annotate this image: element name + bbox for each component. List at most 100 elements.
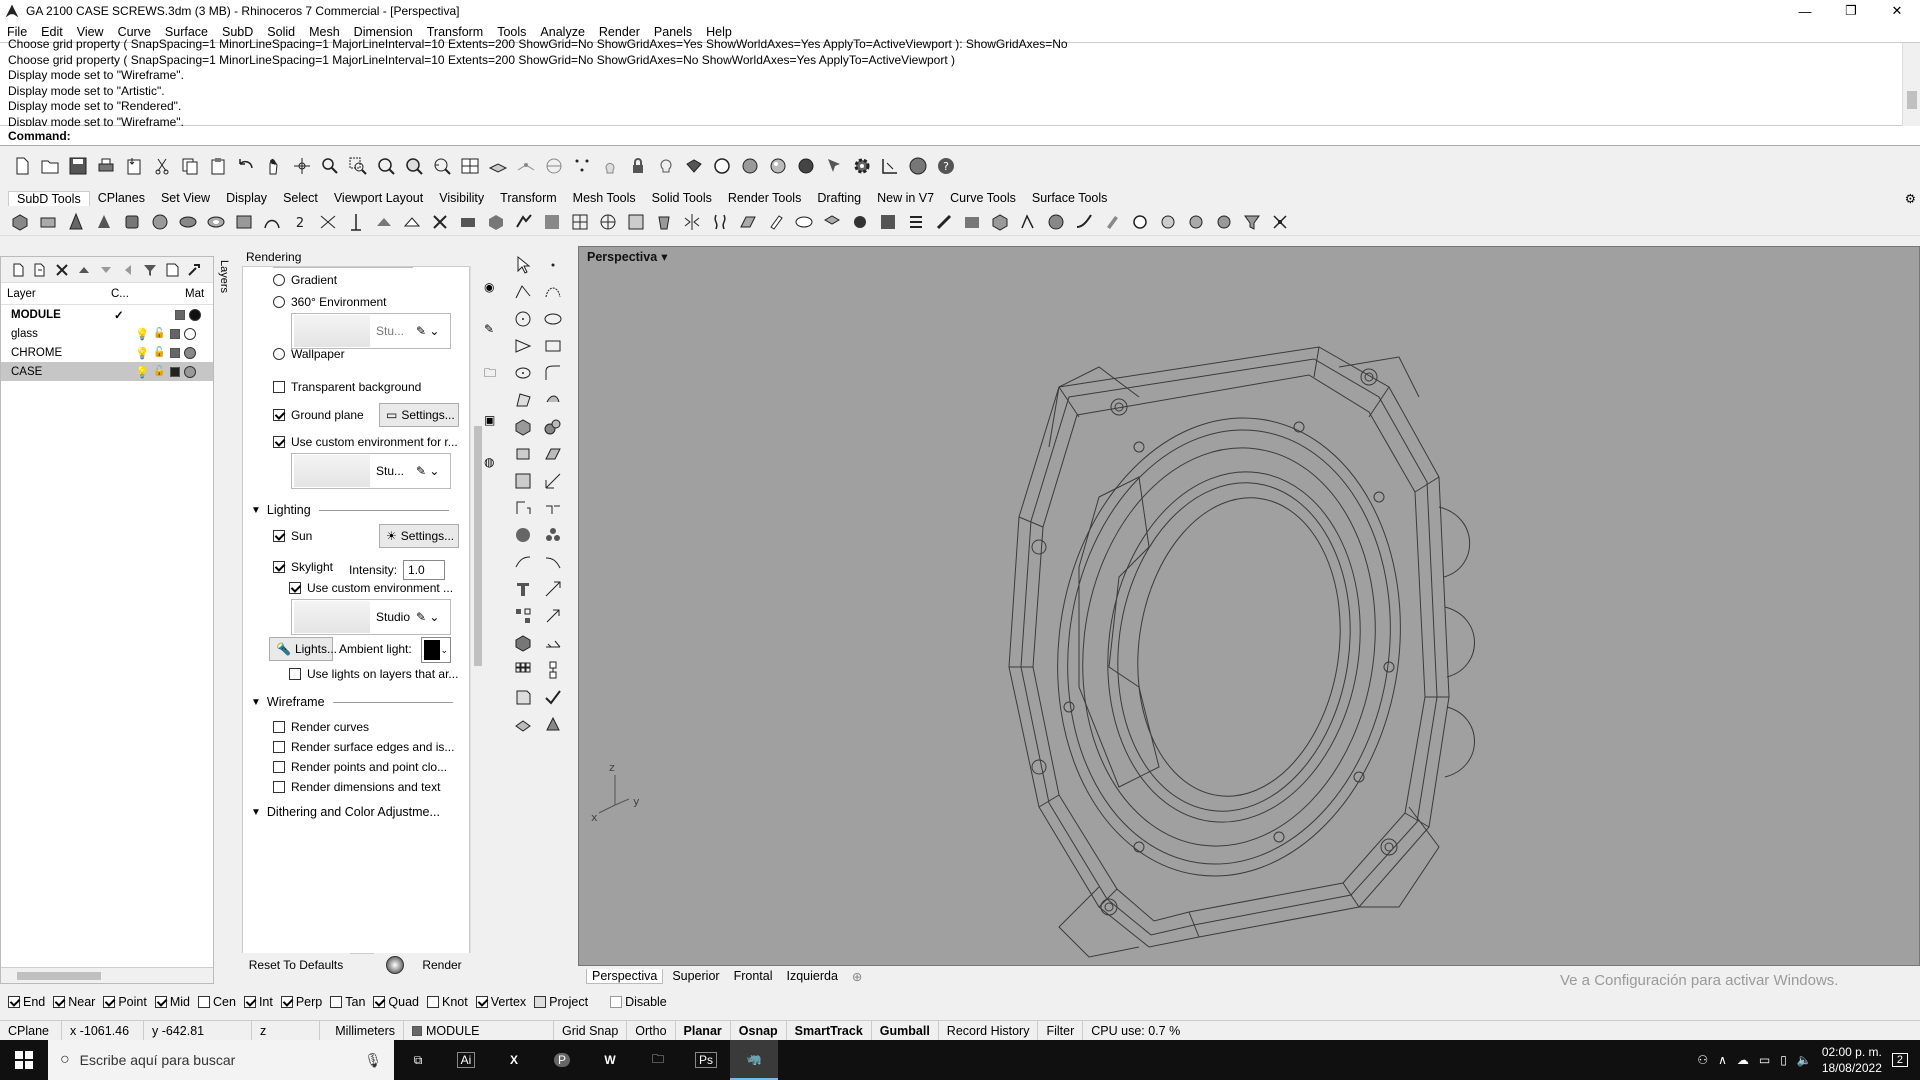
circle-icon[interactable] xyxy=(510,306,536,332)
chevron-up-icon[interactable]: ∧ xyxy=(1718,1053,1727,1067)
render-dims-option[interactable]: Render dimensions and text xyxy=(273,780,440,794)
subd-cylinder-icon[interactable] xyxy=(120,210,143,233)
microphone-icon[interactable]: 🎙 xyxy=(364,1052,382,1069)
new-sublayer-icon[interactable] xyxy=(31,261,49,279)
layer-column-header[interactable]: Layer xyxy=(1,288,105,300)
custom-env-reflections-checkbox[interactable] xyxy=(273,436,285,448)
subd-anchor-icon[interactable] xyxy=(1268,210,1291,233)
group-icon[interactable] xyxy=(540,522,566,548)
cut-icon[interactable] xyxy=(150,155,173,178)
open-folder-icon[interactable] xyxy=(38,155,61,178)
dark-sphere-icon[interactable] xyxy=(794,155,817,178)
sun-option[interactable]: Sun xyxy=(273,529,312,543)
layer-tools-icon[interactable] xyxy=(163,261,181,279)
scrollbar-thumb[interactable] xyxy=(474,426,482,666)
layer-color-swatch[interactable] xyxy=(169,366,180,377)
subd-pen-icon[interactable] xyxy=(1100,210,1123,233)
tab-perspectiva[interactable]: Perspectiva xyxy=(586,968,664,984)
array-icon[interactable] xyxy=(510,603,536,629)
subd-inset-icon[interactable] xyxy=(400,210,423,233)
subd-cube-icon[interactable] xyxy=(988,210,1011,233)
osnap-checkbox[interactable] xyxy=(373,996,386,1008)
hatch-icon[interactable] xyxy=(540,495,566,521)
smarttrack-toggle[interactable]: SmartTrack xyxy=(787,1020,872,1041)
tab-set-view[interactable]: Set View xyxy=(153,191,218,205)
subd-extrude-icon[interactable] xyxy=(344,210,367,233)
env360-radio[interactable] xyxy=(273,296,285,308)
select-arrow-icon[interactable] xyxy=(510,252,536,278)
subd-pencil-icon[interactable] xyxy=(764,210,787,233)
layer-row-case[interactable]: CASE 💡 🔓 xyxy=(1,362,213,381)
osnap-knot[interactable]: Knot xyxy=(427,995,468,1009)
solid-box-icon[interactable] xyxy=(510,630,536,656)
subd-round-icon[interactable] xyxy=(1128,210,1151,233)
osnap-tan[interactable]: Tan xyxy=(330,995,365,1009)
taskbar-app-powerpoint[interactable]: P xyxy=(538,1040,586,1080)
dimension-tool-icon[interactable] xyxy=(878,155,901,178)
surface-edge-icon[interactable] xyxy=(540,387,566,413)
rotate-view-icon[interactable] xyxy=(290,155,313,178)
render-button[interactable]: Render xyxy=(374,953,474,977)
layer-color-swatch[interactable] xyxy=(169,328,180,339)
zoom-dynamic-icon[interactable] xyxy=(318,155,341,178)
lighting-section-header[interactable]: ▼ Lighting xyxy=(251,503,461,517)
text-icon[interactable] xyxy=(510,495,536,521)
skylight-custom-env-option[interactable]: Use custom environment ... xyxy=(289,581,453,595)
osnap-disable[interactable]: Disable xyxy=(610,995,667,1009)
tab-layers[interactable]: Layers xyxy=(216,260,230,320)
subd-bucket-icon[interactable] xyxy=(652,210,675,233)
osnap-vertex[interactable]: Vertex xyxy=(475,995,526,1009)
reflection-env-picker[interactable]: Stu... ✎ ⌄ xyxy=(291,453,451,489)
properties-icon[interactable] xyxy=(542,155,565,178)
osnap-cen[interactable]: Cen xyxy=(198,995,236,1009)
command-input[interactable] xyxy=(76,128,1920,143)
wireframe-sphere-icon[interactable] xyxy=(710,155,733,178)
render-edges-option[interactable]: Render surface edges and is... xyxy=(273,740,454,754)
tab-display[interactable]: Display xyxy=(218,191,275,205)
light-bulb-icon[interactable]: 💡 xyxy=(135,327,149,341)
unlock-icon[interactable]: 🔓 xyxy=(153,366,165,377)
save-icon[interactable] xyxy=(66,155,89,178)
subd-round3-icon[interactable] xyxy=(1184,210,1207,233)
osnap-end[interactable]: End xyxy=(8,995,45,1009)
osnap-near[interactable]: Near xyxy=(53,995,95,1009)
osnap-checkbox[interactable] xyxy=(610,996,623,1008)
volume-icon[interactable]: 🔈 xyxy=(1797,1053,1812,1067)
render-dims-checkbox[interactable] xyxy=(273,781,285,793)
subd-ellipsoid-icon[interactable] xyxy=(176,210,199,233)
four-view-icon[interactable] xyxy=(458,155,481,178)
osnap-quad[interactable]: Quad xyxy=(373,995,419,1009)
mesh-icon[interactable] xyxy=(510,468,536,494)
arc-icon[interactable] xyxy=(510,360,536,386)
material-column-header[interactable]: Mat xyxy=(179,288,204,300)
subd-ball-icon[interactable] xyxy=(1044,210,1067,233)
sun-settings-button[interactable]: ☀ Settings... xyxy=(379,524,459,548)
folder-icon[interactable]: 🗀 xyxy=(484,364,502,385)
subd-symmetry-icon[interactable] xyxy=(708,210,731,233)
subd-crease-icon[interactable] xyxy=(736,210,759,233)
subd-mirror-icon[interactable] xyxy=(680,210,703,233)
tab-visibility[interactable]: Visibility xyxy=(431,191,492,205)
subd-quad-grid-icon[interactable] xyxy=(876,210,899,233)
render-curves-checkbox[interactable] xyxy=(273,721,285,733)
cplane-status[interactable]: CPlane xyxy=(0,1020,62,1041)
dimension-icon[interactable] xyxy=(540,468,566,494)
layer-color-swatch[interactable] xyxy=(175,309,185,320)
current-column-header[interactable]: C... xyxy=(105,288,145,300)
new-file-icon[interactable] xyxy=(10,155,33,178)
taskbar-app-photoshop[interactable]: Ps xyxy=(682,1040,730,1080)
help-icon[interactable]: ? xyxy=(934,155,957,178)
subd-bevel-icon[interactable] xyxy=(372,210,395,233)
split-icon[interactable] xyxy=(540,549,566,575)
surface-corner-icon[interactable] xyxy=(510,387,536,413)
toolbar-settings-gear-icon[interactable]: ⚙ xyxy=(1897,191,1920,206)
polyline-icon[interactable] xyxy=(510,279,536,305)
ground-plane-option[interactable]: Ground plane xyxy=(273,408,364,422)
tab-subd-tools[interactable]: SubD Tools xyxy=(8,190,90,206)
zoom-extents-icon[interactable] xyxy=(374,155,397,178)
ambient-color-picker[interactable]: ⌄ xyxy=(421,637,451,663)
osnap-checkbox[interactable] xyxy=(53,996,66,1008)
render-preview-icon[interactable]: ◉ xyxy=(484,280,502,294)
box-icon[interactable] xyxy=(510,414,536,440)
light-bulb-icon[interactable]: 💡 xyxy=(135,346,149,360)
